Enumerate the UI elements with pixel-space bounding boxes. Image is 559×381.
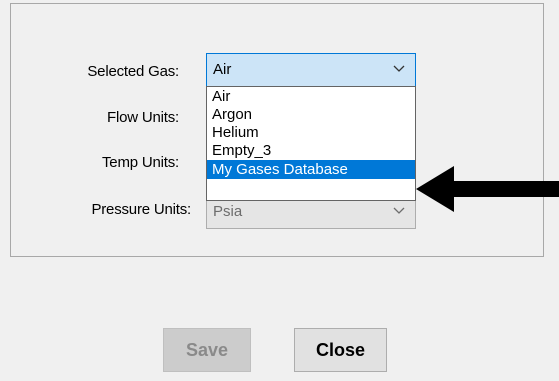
chevron-down-icon <box>393 207 405 214</box>
temp-units-label: Temp Units: <box>102 154 179 171</box>
gas-option-helium[interactable]: Helium <box>207 124 415 142</box>
gas-option-air[interactable]: Air <box>207 88 415 106</box>
arrow-left-icon <box>416 166 559 212</box>
flow-units-label: Flow Units: <box>107 109 179 126</box>
gas-option-argon[interactable]: Argon <box>207 106 415 124</box>
pressure-units-label: Pressure Units: <box>91 201 191 218</box>
gas-dropdown-list: Air Argon Helium Empty_3 My Gases Databa… <box>206 86 416 201</box>
selected-gas-value: Air <box>213 61 232 78</box>
selected-gas-label: Selected Gas: <box>87 63 179 80</box>
gas-option-empty-3[interactable]: Empty_3 <box>207 142 415 160</box>
save-button[interactable]: Save <box>163 328 251 372</box>
chevron-down-icon <box>393 65 405 72</box>
gas-option-my-gases-database[interactable]: My Gases Database <box>207 160 415 179</box>
close-button[interactable]: Close <box>294 328 387 372</box>
selected-gas-select[interactable]: Air <box>206 53 416 87</box>
pressure-units-value: Psia <box>213 203 243 220</box>
